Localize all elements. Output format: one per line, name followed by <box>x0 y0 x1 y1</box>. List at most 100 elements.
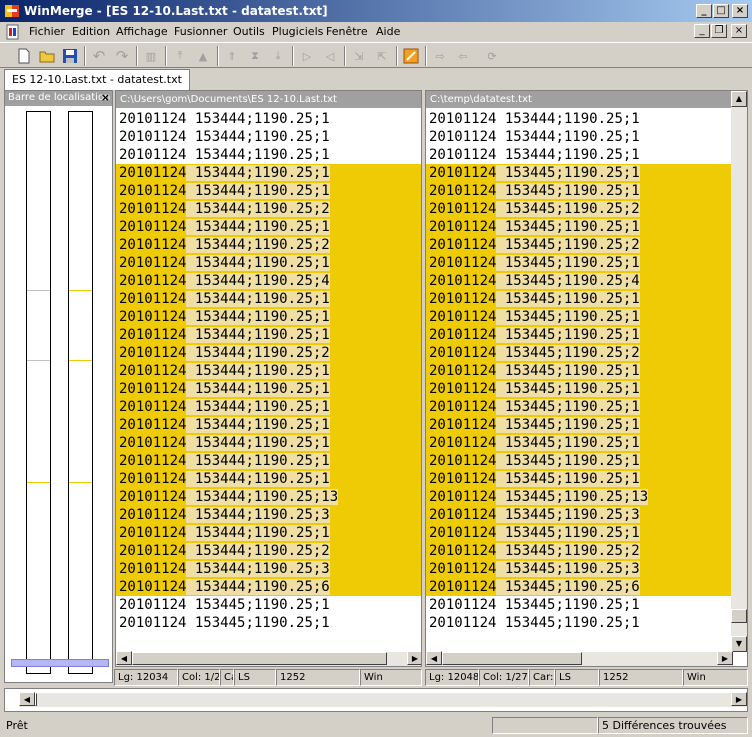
minimize-button[interactable]: _ <box>696 4 712 18</box>
first-diff-icon[interactable]: ⤒ <box>170 46 190 66</box>
text-line[interactable]: 20101124 153445;1190.25;1 <box>426 470 731 488</box>
options-icon[interactable] <box>401 46 421 66</box>
merge-left-icon[interactable]: ⇦ <box>453 46 473 66</box>
close-button[interactable]: × <box>732 4 748 18</box>
text-line[interactable]: 20101124 153444;1190.25;2 <box>116 200 421 218</box>
scroll-up-arrow[interactable]: ▲ <box>731 91 747 107</box>
scroll-right-arrow[interactable]: ▶ <box>731 692 747 706</box>
text-line[interactable]: 20101124 153444;1190.25;3 <box>116 560 421 578</box>
text-line[interactable]: 20101124 153444;1190.25;1 <box>116 416 421 434</box>
document-icon[interactable] <box>6 24 20 40</box>
save-icon[interactable] <box>60 46 80 66</box>
title-bar[interactable]: WinMerge - [ES 12-10.Last.txt - datatest… <box>0 0 752 22</box>
text-line[interactable]: 20101124 153445;1190.25;1 <box>426 218 731 236</box>
text-line[interactable]: 20101124 153444;1190.25;1 <box>116 470 421 488</box>
text-line[interactable]: 20101124 153445;1190.25;3 <box>426 560 731 578</box>
scroll-right-arrow[interactable]: ▶ <box>717 651 733 665</box>
mdi-close-button[interactable]: × <box>731 24 747 38</box>
text-line[interactable]: 20101124 153444;1190.25;1 <box>116 398 421 416</box>
menu-outils[interactable]: Outils <box>233 25 265 38</box>
menu-aide[interactable]: Aide <box>376 25 400 38</box>
text-line[interactable]: 20101124 153445;1190.25;2 <box>426 236 731 254</box>
mdi-restore-button[interactable]: ❐ <box>711 24 727 38</box>
location-bar-right[interactable] <box>68 111 93 674</box>
location-bar-left[interactable] <box>26 111 51 674</box>
copy-right-icon[interactable]: ▷ <box>297 46 317 66</box>
scroll-left-arrow[interactable]: ◀ <box>116 651 132 665</box>
text-line[interactable]: 20101124 153445;1190.25;1 <box>426 524 731 542</box>
text-line[interactable]: 20101124 153445;1190.25;1 <box>426 614 731 632</box>
mdi-minimize-button[interactable]: _ <box>694 24 710 38</box>
text-line[interactable]: 20101124 153445;1190.25;1 <box>426 326 731 344</box>
text-line[interactable]: 20101124 153445;1190.25;1 <box>426 362 731 380</box>
text-line[interactable]: 20101124 153445;1190.25;1 <box>426 182 731 200</box>
right-file-pane[interactable]: C:\temp\datatest.txt 20101124 153444;119… <box>425 90 748 667</box>
text-line[interactable]: 20101124 153445;1190.25;2 <box>426 542 731 560</box>
text-line[interactable]: 20101124 153444;1190.25;1 <box>116 290 421 308</box>
detail-hscrollbar[interactable]: ◀ ▶ <box>19 692 747 707</box>
text-line[interactable]: 20101124 153444;1190.25;2 <box>116 344 421 362</box>
next-diff-up-icon[interactable]: ⇑ <box>222 46 242 66</box>
text-line[interactable]: 20101124 153445;1190.25;3 <box>426 506 731 524</box>
menu-edition[interactable]: Edition <box>72 25 110 38</box>
right-hscroll-thumb[interactable] <box>442 652 582 665</box>
text-line[interactable]: 20101124 153444;1190.25;1 <box>116 434 421 452</box>
copy-left-advance-icon[interactable]: ⇱ <box>372 46 392 66</box>
text-line[interactable]: 20101124 153444;1190.25;1 <box>116 326 421 344</box>
text-line[interactable]: 20101124 153444;1190.25;2 <box>116 236 421 254</box>
location-pane[interactable]: Barre de localisation × <box>4 90 113 683</box>
text-line[interactable]: 20101124 153445;1190.25;1 <box>426 380 731 398</box>
text-line[interactable]: 20101124 153444;1190.25;13 <box>116 488 421 506</box>
tab-file-compare[interactable]: ES 12-10.Last.txt - datatest.txt <box>4 69 190 90</box>
menu-plugiciels[interactable]: Plugiciels <box>272 25 323 38</box>
text-line[interactable]: 20101124 153444;1190.25;4 <box>116 272 421 290</box>
text-line[interactable]: 20101124 153444;1190.25;1 <box>116 110 421 128</box>
location-viewport-indicator[interactable] <box>11 659 109 667</box>
diff-detail-pane[interactable]: ◀ ▶ <box>4 688 748 712</box>
new-file-icon[interactable] <box>14 46 34 66</box>
location-pane-close-icon[interactable]: × <box>101 91 110 104</box>
prev-diff-icon[interactable]: ▲ <box>193 46 213 66</box>
text-line[interactable]: 20101124 153444;1190.25;1 <box>116 524 421 542</box>
text-line[interactable]: 20101124 153444;1190.25;1 <box>116 128 421 146</box>
current-diff-icon[interactable]: ⧗ <box>245 46 265 66</box>
text-line[interactable]: 20101124 153445;1190.25;1 <box>426 308 731 326</box>
text-line[interactable]: 20101124 153445;1190.25;1 <box>116 614 421 632</box>
text-line[interactable]: 20101124 153444;1190.25;1 <box>116 308 421 326</box>
text-line[interactable]: 20101124 153445;1190.25;1 <box>426 416 731 434</box>
text-line[interactable]: 20101124 153445;1190.25;6 <box>426 578 731 596</box>
text-line[interactable]: 20101124 153444;1190.25;1 <box>116 254 421 272</box>
options-diff-icon[interactable]: ▥ <box>141 46 161 66</box>
text-line[interactable]: 20101124 153445;1190.25;2 <box>426 200 731 218</box>
text-line[interactable]: 20101124 153444;1190.25;1 <box>116 218 421 236</box>
text-line[interactable]: 20101124 153445;1190.25;1 <box>426 398 731 416</box>
right-vscrollbar[interactable]: ▲ ▼ <box>731 91 747 652</box>
text-line[interactable]: 20101124 153444;1190.25;2 <box>116 542 421 560</box>
text-line[interactable]: 20101124 153444;1190.25;1 <box>116 182 421 200</box>
undo-icon[interactable]: ↶ <box>89 46 109 66</box>
text-line[interactable]: 20101124 153445;1190.25;1 <box>426 596 731 614</box>
text-line[interactable]: 20101124 153444;1190.25;1 <box>116 380 421 398</box>
text-line[interactable]: 20101124 153445;1190.25;1 <box>116 596 421 614</box>
text-line[interactable]: 20101124 153444;1190.25;1 <box>426 110 731 128</box>
left-lines[interactable]: 20101124 153444;1190.25;1 20101124 153444… <box>116 110 421 655</box>
left-file-pane[interactable]: C:\Users\gom\Documents\ES 12-10.Last.txt… <box>115 90 422 667</box>
maximize-button[interactable]: □ <box>713 4 729 18</box>
scroll-left-arrow[interactable]: ◀ <box>426 651 442 665</box>
detail-hscroll-thumb[interactable] <box>35 693 37 706</box>
menu-fenetre[interactable]: Fenêtre <box>326 25 368 38</box>
text-line[interactable]: 20101124 153445;1190.25;1 <box>426 164 731 182</box>
menu-fichier[interactable]: Fichier <box>29 25 65 38</box>
left-hscroll-thumb[interactable] <box>132 652 387 665</box>
text-line[interactable]: 20101124 153444;1190.25;1 <box>426 128 731 146</box>
scroll-down-arrow[interactable]: ▼ <box>731 636 747 652</box>
scroll-right-arrow[interactable]: ▶ <box>407 651 421 665</box>
text-line[interactable]: 20101124 153444;1190.25;1 <box>116 362 421 380</box>
copy-left-icon[interactable]: ◁ <box>320 46 340 66</box>
text-line[interactable]: 20101124 153445;1190.25;1 <box>426 434 731 452</box>
refresh-icon[interactable]: ⟳ <box>482 46 502 66</box>
open-folder-icon[interactable] <box>37 46 57 66</box>
text-line[interactable]: 20101124 153445;1190.25;1 <box>426 452 731 470</box>
text-line[interactable]: 20101124 153445;1190.25;2 <box>426 344 731 362</box>
scroll-left-arrow[interactable]: ◀ <box>19 692 35 706</box>
